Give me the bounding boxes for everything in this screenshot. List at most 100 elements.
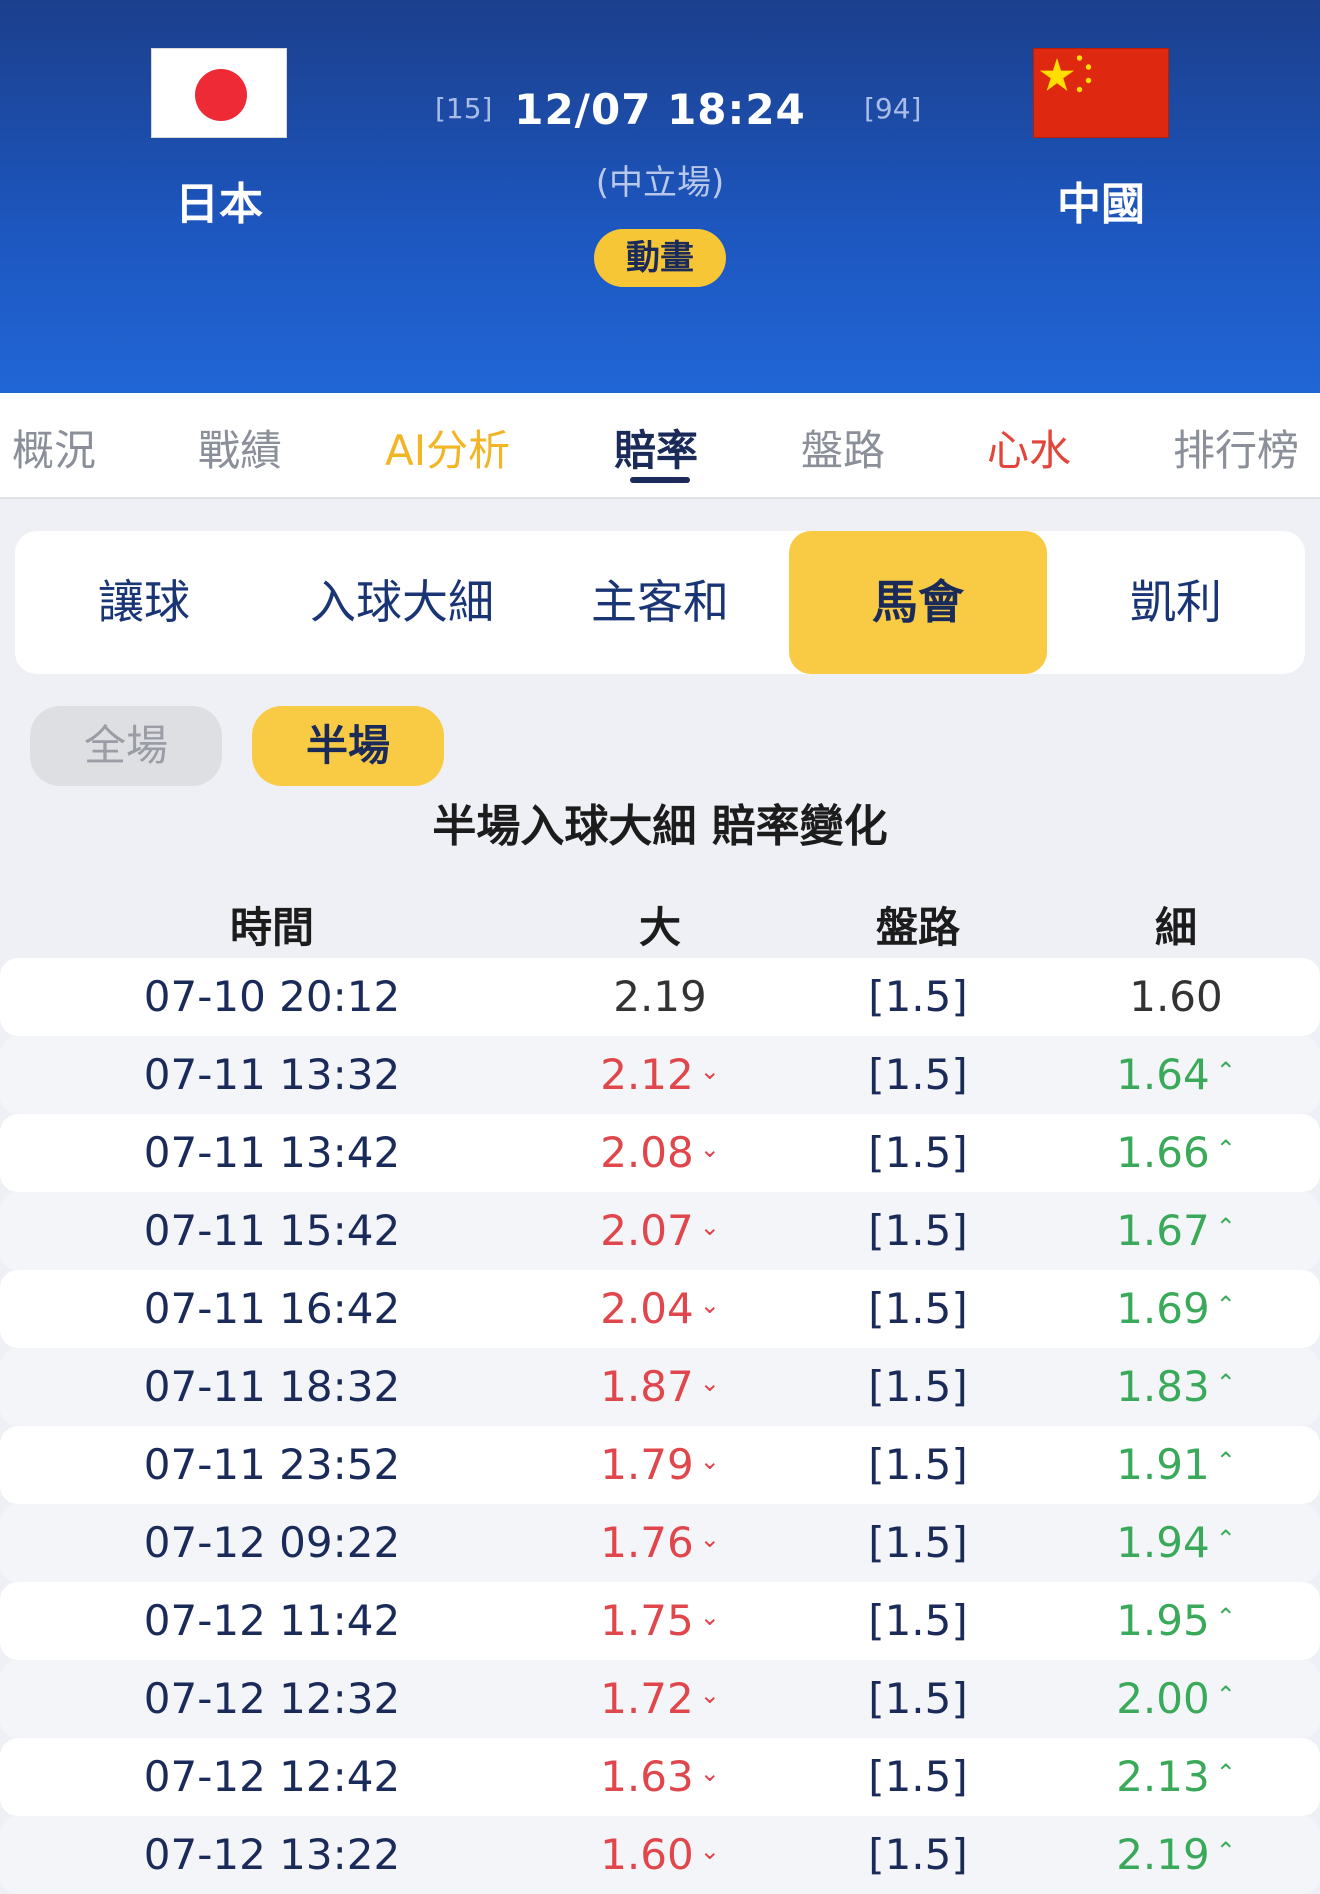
cell-over-odds-value: 1.72 bbox=[600, 1674, 694, 1723]
match-venue: (中立場) bbox=[595, 163, 725, 203]
cell-time: 07-12 11:42 bbox=[110, 1582, 434, 1660]
cell-over-odds: 2.07 ⌄ bbox=[560, 1192, 760, 1270]
active-tab-indicator bbox=[630, 477, 690, 483]
table-row: 07-11 23:52 1.79 ⌄ [1.5] 1.91 ⌃ bbox=[0, 1426, 1320, 1504]
cell-over-odds: 2.08 ⌄ bbox=[560, 1114, 760, 1192]
cell-line: [1.5] bbox=[818, 1426, 1018, 1504]
cell-line-value: [1.5] bbox=[868, 1362, 968, 1411]
cell-line-value: [1.5] bbox=[868, 1284, 968, 1333]
cell-under-odds: 1.83 ⌃ bbox=[1076, 1348, 1276, 1426]
cell-under-odds: 1.94 ⌃ bbox=[1076, 1504, 1276, 1582]
cell-over-odds-value: 1.76 bbox=[600, 1518, 694, 1567]
tab-overview[interactable]: 概況 bbox=[12, 417, 96, 478]
cell-over-odds: 2.12 ⌄ bbox=[560, 1036, 760, 1114]
cell-line: [1.5] bbox=[818, 1816, 1018, 1894]
tab-odds[interactable]: 賠率 bbox=[614, 417, 698, 478]
cell-under-odds-value: 1.64 bbox=[1116, 1050, 1210, 1099]
cell-over-odds: 1.79 ⌄ bbox=[560, 1426, 760, 1504]
cell-over-odds: 1.87 ⌄ bbox=[560, 1348, 760, 1426]
table-row: 07-11 13:32 2.12 ⌄ [1.5] 1.64 ⌃ bbox=[0, 1036, 1320, 1114]
tab-tips[interactable]: 心水 bbox=[987, 417, 1071, 478]
tab-standings[interactable]: 排行榜 bbox=[1173, 417, 1299, 478]
cell-line: [1.5] bbox=[818, 1504, 1018, 1582]
cell-time-value: 07-12 12:32 bbox=[143, 1674, 401, 1723]
cell-under-odds-value: 1.95 bbox=[1116, 1596, 1210, 1645]
cell-time: 07-11 16:42 bbox=[110, 1270, 434, 1348]
tab-trends[interactable]: 盤路 bbox=[801, 417, 885, 478]
cell-under-odds-value: 1.69 bbox=[1116, 1284, 1210, 1333]
tab-record[interactable]: 戰績 bbox=[198, 417, 282, 478]
subtab-handicap[interactable]: 讓球 bbox=[15, 531, 273, 674]
full-time-toggle[interactable]: 全場 bbox=[30, 706, 222, 786]
cell-under-odds-value: 2.13 bbox=[1116, 1752, 1210, 1801]
cell-line: [1.5] bbox=[818, 958, 1018, 1036]
double-chevron-up-icon: ⌃ bbox=[1215, 1525, 1236, 1553]
cell-line: [1.5] bbox=[818, 1192, 1018, 1270]
subtab-1x2[interactable]: 主客和 bbox=[531, 531, 789, 674]
cell-line-value: [1.5] bbox=[868, 1128, 968, 1177]
double-chevron-down-icon: ⌄ bbox=[699, 1759, 720, 1787]
china-flag-icon bbox=[1033, 48, 1169, 138]
double-chevron-up-icon: ⌃ bbox=[1215, 1837, 1236, 1865]
column-header-time: 時間 bbox=[229, 903, 314, 952]
cell-time-value: 07-11 13:42 bbox=[143, 1128, 401, 1177]
cell-time: 07-11 23:52 bbox=[110, 1426, 434, 1504]
double-chevron-up-icon: ⌃ bbox=[1215, 1603, 1236, 1631]
cell-over-odds: 1.72 ⌄ bbox=[560, 1660, 760, 1738]
cell-over-odds: 1.63 ⌄ bbox=[560, 1738, 760, 1816]
cell-under-odds-value: 1.91 bbox=[1116, 1440, 1210, 1489]
cell-time-value: 07-12 11:42 bbox=[143, 1596, 401, 1645]
table-row: 07-11 13:42 2.08 ⌄ [1.5] 1.66 ⌃ bbox=[0, 1114, 1320, 1192]
cell-line: [1.5] bbox=[818, 1738, 1018, 1816]
cell-over-odds: 2.19 bbox=[560, 958, 760, 1036]
cell-line-value: [1.5] bbox=[868, 1206, 968, 1255]
cell-under-odds-value: 1.60 bbox=[1129, 972, 1223, 1021]
double-chevron-down-icon: ⌄ bbox=[699, 1135, 720, 1163]
column-header-under: 細 bbox=[1154, 903, 1197, 952]
double-chevron-down-icon: ⌄ bbox=[699, 1291, 720, 1319]
cell-line-value: [1.5] bbox=[868, 1440, 968, 1489]
cell-over-odds: 2.04 ⌄ bbox=[560, 1270, 760, 1348]
cell-over-odds-value: 2.07 bbox=[600, 1206, 694, 1255]
cell-time: 07-11 13:42 bbox=[110, 1114, 434, 1192]
subtab-hkjc[interactable]: 馬會 bbox=[789, 531, 1047, 674]
subtab-over-under[interactable]: 入球大細 bbox=[273, 531, 531, 674]
cell-line-value: [1.5] bbox=[868, 1596, 968, 1645]
double-chevron-down-icon: ⌄ bbox=[699, 1057, 720, 1085]
cell-under-odds-value: 1.66 bbox=[1116, 1128, 1210, 1177]
cell-time-value: 07-11 23:52 bbox=[143, 1440, 401, 1489]
cell-time: 07-12 12:32 bbox=[110, 1660, 434, 1738]
table-row: 07-12 12:42 1.63 ⌄ [1.5] 2.13 ⌃ bbox=[0, 1738, 1320, 1816]
cell-time-value: 07-12 09:22 bbox=[143, 1518, 401, 1567]
japan-flag-icon bbox=[151, 48, 287, 138]
cell-time: 07-10 20:12 bbox=[110, 958, 434, 1036]
cell-line-value: [1.5] bbox=[868, 1518, 968, 1567]
home-team-rank: [15] bbox=[435, 92, 493, 125]
home-team-name[interactable]: 日本 bbox=[99, 168, 339, 232]
main-tab-bar: 概況 戰績 AI分析 賠率 盤路 心水 排行榜 bbox=[0, 393, 1320, 499]
cell-time-value: 07-11 18:32 bbox=[143, 1362, 401, 1411]
double-chevron-down-icon: ⌄ bbox=[699, 1369, 720, 1397]
cell-under-odds: 2.00 ⌃ bbox=[1076, 1660, 1276, 1738]
animation-button[interactable]: 動畫 bbox=[594, 229, 726, 287]
tab-ai-analysis[interactable]: AI分析 bbox=[385, 417, 510, 478]
table-row: 07-11 15:42 2.07 ⌄ [1.5] 1.67 ⌃ bbox=[0, 1192, 1320, 1270]
cell-over-odds: 1.75 ⌄ bbox=[560, 1582, 760, 1660]
subtab-kelly[interactable]: 凱利 bbox=[1047, 531, 1305, 674]
double-chevron-down-icon: ⌄ bbox=[699, 1837, 720, 1865]
cell-line-value: [1.5] bbox=[868, 1830, 968, 1879]
away-team-name[interactable]: 中國 bbox=[981, 168, 1221, 232]
double-chevron-down-icon: ⌄ bbox=[699, 1603, 720, 1631]
odds-type-tab-bar: 讓球 入球大細 主客和 馬會 凱利 bbox=[15, 531, 1305, 674]
cell-line: [1.5] bbox=[818, 1270, 1018, 1348]
cell-over-odds-value: 1.79 bbox=[600, 1440, 694, 1489]
cell-time: 07-11 15:42 bbox=[110, 1192, 434, 1270]
cell-time: 07-11 18:32 bbox=[110, 1348, 434, 1426]
cell-under-odds-value: 1.94 bbox=[1116, 1518, 1210, 1567]
cell-under-odds: 2.19 ⌃ bbox=[1076, 1816, 1276, 1894]
half-time-toggle[interactable]: 半場 bbox=[252, 706, 444, 786]
cell-line-value: [1.5] bbox=[868, 1752, 968, 1801]
cell-time-value: 07-11 16:42 bbox=[143, 1284, 401, 1333]
table-row: 07-12 13:22 1.60 ⌄ [1.5] 2.19 ⌃ bbox=[0, 1816, 1320, 1894]
double-chevron-up-icon: ⌃ bbox=[1215, 1759, 1236, 1787]
